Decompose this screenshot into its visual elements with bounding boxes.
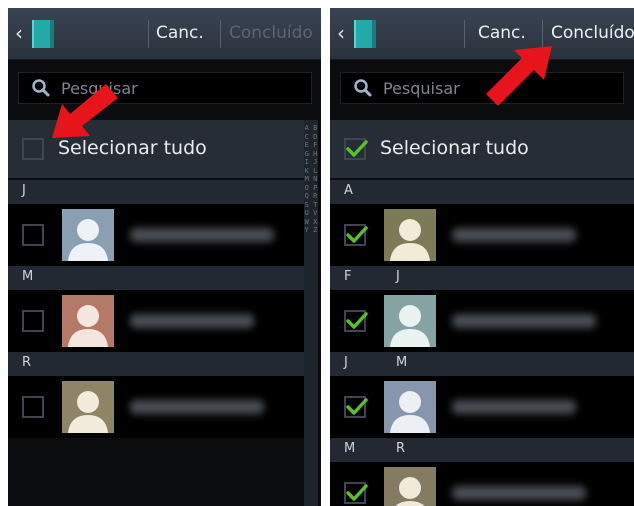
section-header: M R <box>330 438 634 462</box>
section-letter: R <box>22 355 32 370</box>
section-letter: J <box>396 269 400 284</box>
contact-checkbox[interactable] <box>344 224 368 246</box>
contact-checkbox[interactable] <box>22 310 44 332</box>
done-button[interactable]: Concluído <box>229 23 313 43</box>
section-letter: J <box>22 183 26 198</box>
contact-row[interactable] <box>330 204 634 266</box>
red-arrow-icon <box>52 84 118 138</box>
back-icon[interactable]: ‹ <box>334 22 348 44</box>
contacts-panel-right: ‹ Canc. Concluído Pesquisar Selecionar t… <box>330 8 634 506</box>
contact-name-blurred <box>452 314 596 328</box>
section-letter: F <box>344 269 352 284</box>
avatar <box>62 381 114 433</box>
contacts-app-icon <box>354 20 376 48</box>
avatar <box>62 209 114 261</box>
contacts-panel-left: ‹ Canc. Concluído Pesquisar Selecionar t… <box>8 8 321 506</box>
avatar <box>384 467 436 506</box>
back-icon[interactable]: ‹ <box>12 22 26 44</box>
done-button[interactable]: Concluído <box>551 23 634 43</box>
checkmark-icon <box>346 312 368 329</box>
section-letter: M <box>344 441 356 456</box>
search-icon <box>354 79 372 97</box>
avatar <box>384 381 436 433</box>
contact-checkbox[interactable] <box>22 396 44 418</box>
section-header: M <box>8 266 304 290</box>
avatar <box>62 295 114 347</box>
select-all-checkbox[interactable] <box>22 138 44 160</box>
contact-checkbox[interactable] <box>22 224 44 246</box>
contact-name-blurred <box>452 228 576 242</box>
section-header: F J <box>330 266 634 290</box>
divider <box>220 20 221 48</box>
section-letter: M <box>396 355 408 370</box>
divider <box>464 20 465 48</box>
avatar <box>384 209 436 261</box>
contact-row[interactable] <box>8 290 304 352</box>
top-bar: ‹ Canc. Concluído <box>8 8 321 60</box>
red-arrow-icon <box>486 46 552 106</box>
section-header: J <box>8 180 304 204</box>
contact-name-blurred <box>130 400 264 414</box>
section-letter: A <box>344 183 353 198</box>
contact-name-blurred <box>452 486 586 500</box>
select-all-label: Selecionar tudo <box>380 137 529 159</box>
section-letter: M <box>22 269 34 284</box>
select-all-row[interactable]: Selecionar tudo <box>330 120 634 178</box>
checkmark-icon <box>346 140 368 157</box>
divider <box>148 20 149 48</box>
contact-checkbox[interactable] <box>344 310 368 332</box>
cancel-button[interactable]: Canc. <box>156 23 204 43</box>
contact-checkbox[interactable] <box>344 482 368 504</box>
search-placeholder: Pesquisar <box>383 79 460 98</box>
select-all-checkbox[interactable] <box>344 138 368 160</box>
contact-name-blurred <box>452 400 576 414</box>
alphabet-index-scroller[interactable]: A B C D E F G H I J K L M N O P Q R S T … <box>304 120 318 506</box>
section-header: R <box>8 352 304 376</box>
contact-row[interactable] <box>8 376 304 438</box>
cancel-button[interactable]: Canc. <box>478 23 526 43</box>
contact-row[interactable] <box>330 290 634 352</box>
contact-row[interactable] <box>330 462 634 506</box>
contact-row[interactable] <box>330 376 634 438</box>
avatar <box>384 295 436 347</box>
checkmark-icon <box>346 226 368 243</box>
contact-name-blurred <box>130 228 274 242</box>
contacts-app-icon <box>32 20 54 48</box>
contact-checkbox[interactable] <box>344 396 368 418</box>
contact-row[interactable] <box>8 204 304 266</box>
checkmark-icon <box>346 484 368 501</box>
section-header: A <box>330 180 634 204</box>
checkmark-icon <box>346 398 368 415</box>
contact-name-blurred <box>130 314 254 328</box>
section-letter: R <box>396 441 406 456</box>
section-letter: J <box>344 355 348 370</box>
section-header: J M <box>330 352 634 376</box>
